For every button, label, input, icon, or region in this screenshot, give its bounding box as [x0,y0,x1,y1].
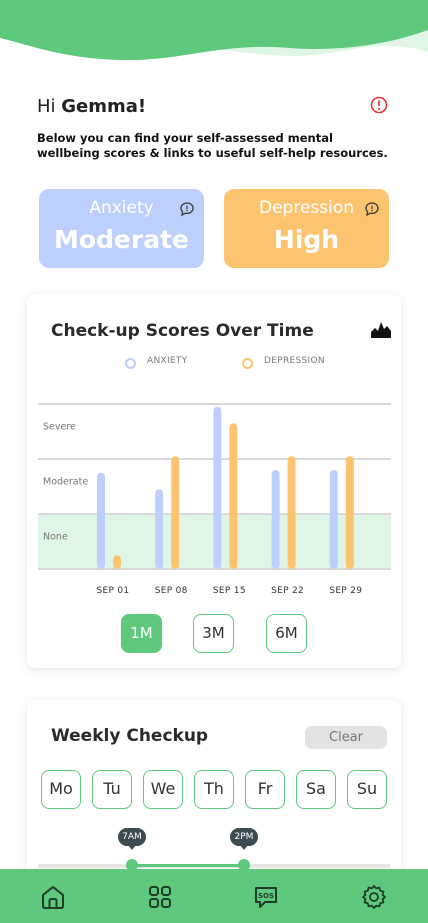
x-tick-label: SEP 15 [213,586,246,596]
legend-anxiety: ANXIETY [147,356,188,366]
band-label-moderate: Moderate [43,477,88,488]
anxiety-value: Moderate [53,225,189,254]
sos-icon[interactable]: SOS [253,884,279,910]
x-tick-label: SEP 08 [155,586,188,596]
time-slider-range [132,864,244,867]
time-end-tooltip: 2PM [230,828,258,850]
range-3m-button[interactable]: 3M [193,614,234,653]
day-mo-button[interactable]: Mo [41,770,81,809]
alert-icon[interactable] [370,96,388,114]
day-we-button[interactable]: We [143,770,183,809]
chat-icon[interactable] [364,201,380,217]
intro-text: Below you can find your self-assessed me… [37,131,388,160]
chart-title: Check-up Scores Over Time [51,321,314,341]
header-wave [0,0,428,61]
user-name: Gemma! [61,96,147,117]
scores-bar-chart: None Moderate Severe SEP 01 SEP 08 SEP 15 SEP … [38,403,391,596]
day-fr-button[interactable]: Fr [245,770,285,809]
bar-depression-1 [171,456,180,569]
grid-icon[interactable] [147,884,173,910]
x-tick-label: SEP 22 [271,586,304,596]
range-6m-button[interactable]: 6M [266,614,307,653]
day-tu-button[interactable]: Tu [92,770,132,809]
bar-depression-2 [229,423,238,569]
bar-depression-0 [113,555,121,569]
day-sa-button[interactable]: Sa [296,770,336,809]
chart-type-icon[interactable] [371,320,391,338]
legend-depression: DEPRESSION [264,356,325,366]
home-icon[interactable] [40,884,66,910]
depression-score-card[interactable]: Depression High [224,189,389,268]
bottom-nav: SOS [0,869,428,923]
clear-button[interactable]: Clear [305,726,387,749]
weekly-title: Weekly Checkup [51,726,209,746]
band-label-severe: Severe [43,422,76,433]
legend-anxiety-dot [125,358,136,369]
settings-icon[interactable] [361,884,387,910]
chat-icon[interactable] [179,201,195,217]
bar-depression-4 [345,456,354,569]
bar-anxiety-1 [155,489,164,569]
app-screen: Hi Gemma! Below you can find your self-a… [0,0,428,923]
band-label-none: None [43,532,68,543]
bar-depression-3 [287,456,296,569]
x-tick-label: SEP 01 [97,586,130,596]
scores-chart-panel: Check-up Scores Over Time ANXIETY DEPRES… [27,294,401,668]
bar-anxiety-0 [97,472,105,569]
day-th-button[interactable]: Th [194,770,234,809]
bar-anxiety-2 [213,406,222,569]
bar-anxiety-3 [271,470,280,569]
time-start-tooltip: 7AM [118,828,146,850]
depression-value: High [273,225,340,254]
sos-label: SOS [258,892,274,900]
anxiety-score-card[interactable]: Anxiety Moderate [39,189,204,268]
range-1m-button[interactable]: 1M [121,614,162,653]
day-su-button[interactable]: Su [347,770,387,809]
legend-depression-dot [242,358,253,369]
greeting-prefix: Hi [37,96,56,117]
greeting: Hi Gemma! [37,96,146,117]
bar-anxiety-4 [329,470,338,569]
x-tick-label: SEP 29 [329,586,362,596]
